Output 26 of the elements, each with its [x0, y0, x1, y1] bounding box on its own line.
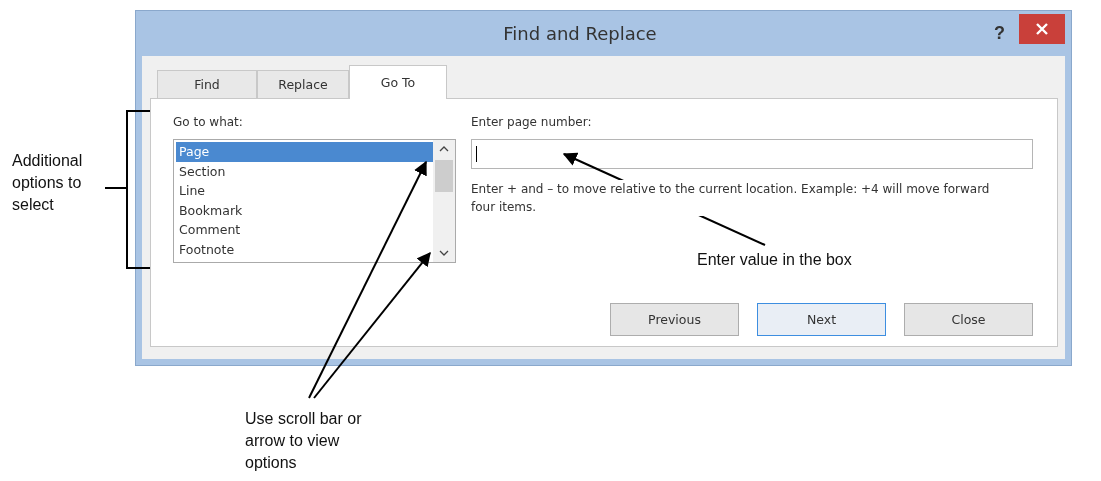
list-item[interactable]: Comment	[176, 220, 433, 240]
callout-text: Additional options to select	[12, 151, 84, 215]
scroll-up-icon[interactable]	[439, 146, 449, 152]
list-label: Go to what:	[173, 115, 244, 131]
list-item[interactable]: Line	[176, 181, 433, 201]
dialog-button[interactable]: Close	[904, 303, 1033, 336]
callout-text: Enter value in the box	[697, 250, 852, 270]
tab[interactable]: Replace	[257, 70, 349, 98]
list-item[interactable]: Footnote	[176, 239, 433, 259]
callout-text: Use scroll bar or arrow to view options	[245, 409, 363, 473]
tab[interactable]: Find	[157, 70, 257, 98]
dialog-button[interactable]: Previous	[610, 303, 739, 336]
list-item[interactable]: Section	[176, 161, 433, 181]
list-item[interactable]: Bookmark	[176, 200, 433, 220]
page-number-field[interactable]	[471, 139, 1033, 169]
help-button[interactable]: ?	[994, 23, 1005, 44]
close-button[interactable]	[1019, 13, 1065, 44]
scroll-down-icon[interactable]	[439, 250, 449, 256]
scroll-thumb[interactable]	[435, 160, 453, 192]
window-title: Find and Replace	[502, 23, 658, 44]
list-item[interactable]: Page	[176, 142, 433, 162]
close-icon	[1036, 22, 1048, 35]
scroll-bar[interactable]	[433, 140, 455, 262]
field-label: Enter page number:	[471, 115, 593, 131]
dialog-button[interactable]: Next	[757, 303, 886, 336]
tab[interactable]: Go To	[349, 65, 447, 99]
